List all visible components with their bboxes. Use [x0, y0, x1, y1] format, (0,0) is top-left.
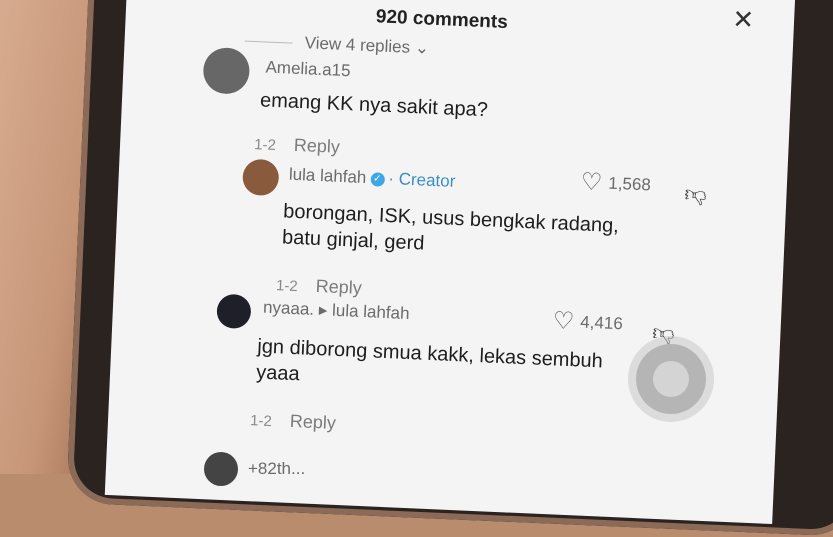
chevron-down-icon: ⌄: [414, 38, 430, 58]
like-button[interactable]: ♡ 1,568: [580, 167, 651, 199]
dislike-icon[interactable]: 👎︎: [684, 180, 708, 208]
assistive-touch-inner: [653, 361, 689, 397]
avatar[interactable]: [204, 452, 238, 486]
comment-meta: 1-2 Reply: [254, 133, 341, 158]
heart-icon: ♡: [552, 307, 575, 336]
divider-line: [244, 40, 293, 44]
view-replies-label: View 4 replies: [304, 33, 411, 57]
avatar[interactable]: [202, 46, 251, 95]
comment-meta: 1-2 Reply: [250, 409, 337, 434]
view-replies-link[interactable]: View 4 replies ⌄: [244, 33, 430, 58]
partial-comment: +82th...: [204, 452, 305, 486]
reply-button[interactable]: Reply: [315, 276, 362, 298]
comment-text: emang KK nya sakit apa?: [259, 89, 489, 122]
comments-count-header: 920 comments: [375, 6, 509, 34]
comment-username[interactable]: nyaaa.: [263, 298, 315, 319]
dislike-icon[interactable]: 👎︎: [652, 319, 676, 347]
assistive-touch-button[interactable]: [636, 344, 706, 414]
comment-username[interactable]: lula lahfah: [289, 165, 367, 187]
heart-icon: ♡: [580, 168, 603, 197]
comment-text: jgn diborong smua kakk, lekas sembuh yaa…: [255, 335, 604, 386]
reply-button[interactable]: Reply: [293, 135, 340, 157]
comment-username[interactable]: Amelia.a15: [265, 58, 351, 82]
verified-badge-icon: ✓: [370, 171, 385, 187]
like-count: 1,568: [607, 173, 652, 194]
comment-text: borongan, ISK, usus bengkak radang, batu…: [281, 200, 620, 255]
creator-badge: · Creator: [387, 168, 456, 191]
comment-meta: 1-2 Reply: [276, 274, 363, 299]
close-icon[interactable]: ✕: [732, 4, 755, 36]
reply-button[interactable]: Reply: [289, 411, 336, 433]
like-button[interactable]: ♡ 4,416: [552, 306, 623, 338]
like-count: 4,416: [579, 312, 624, 333]
reply-arrow-icon: ▸: [318, 300, 328, 320]
comment-username[interactable]: +82th...: [248, 459, 305, 479]
comment-date: 1-2: [249, 412, 273, 431]
avatar[interactable]: [216, 293, 252, 330]
comment-date: 1-2: [275, 277, 299, 296]
avatar[interactable]: [241, 158, 280, 197]
comment-username-row: nyaaa. ▸ lula lahfah: [263, 298, 410, 324]
comments-screen: 920 comments ✕ View 4 replies ⌄ Amelia.a…: [104, 0, 796, 525]
comment-username-row: lula lahfah ✓ · Creator: [288, 165, 456, 192]
reply-to-username[interactable]: lula lahfah: [332, 301, 410, 323]
comment-date: 1-2: [253, 136, 277, 155]
